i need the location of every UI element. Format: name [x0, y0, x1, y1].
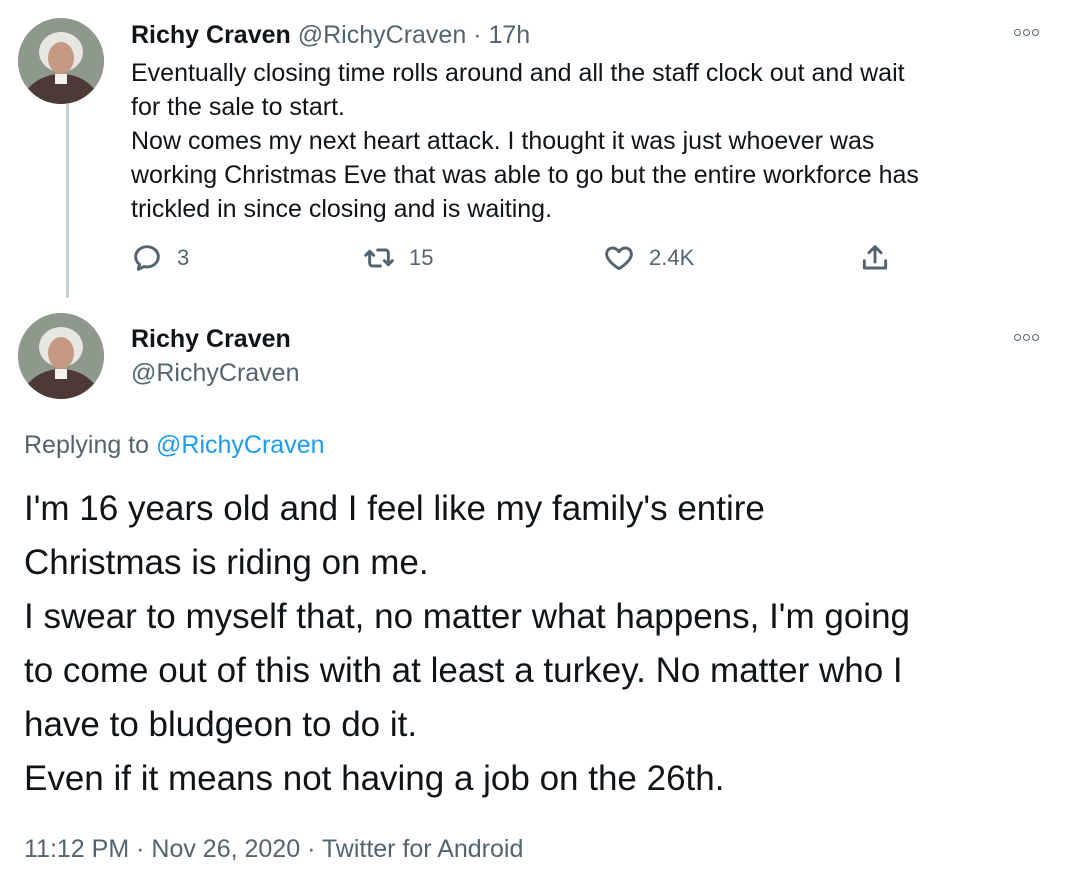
- tweet-text-line: trickled in since closing and is waiting…: [131, 195, 553, 223]
- tweet-time[interactable]: 17h: [488, 21, 530, 49]
- author-name[interactable]: Richy Craven: [131, 21, 291, 49]
- retweet-button[interactable]: 15: [363, 242, 433, 274]
- meta-separator: ·: [307, 835, 316, 863]
- avatar[interactable]: [18, 18, 104, 104]
- meta-separator: ·: [136, 835, 145, 863]
- reply-button[interactable]: 3: [131, 242, 189, 274]
- thread-connector-line: [66, 104, 69, 298]
- retweet-count: 15: [409, 245, 434, 270]
- like-icon: [605, 246, 633, 271]
- retweet-icon: [364, 248, 394, 268]
- share-button[interactable]: [859, 242, 891, 274]
- tweet-header: Richy Craven @RichyCraven · 17h: [131, 19, 530, 51]
- replying-to-label: Replying to: [24, 431, 150, 459]
- more-icon: [1014, 334, 1021, 341]
- tweet-text-line: working Christmas Eve that was able to g…: [131, 161, 919, 189]
- replying-to-mention[interactable]: @RichyCraven: [156, 431, 324, 459]
- tweet-text: Eventually closing time rolls around and…: [131, 56, 1031, 226]
- like-button[interactable]: 2.4K: [603, 242, 694, 274]
- author-handle[interactable]: @RichyCraven: [131, 357, 299, 389]
- avatar-portrait-icon: [18, 18, 104, 104]
- tweet-metadata: 11:12 PM · Nov 26, 2020 · Twitter for An…: [24, 833, 523, 865]
- tweet-text-line: Christmas is riding on me.: [24, 543, 429, 582]
- like-count: 2.4K: [649, 245, 695, 270]
- tweet-actions: 3 15 2.4K: [131, 242, 911, 278]
- more-icon: [1014, 29, 1021, 36]
- tweet-text-line: Now comes my next heart attack. I though…: [131, 127, 875, 155]
- reply-count: 3: [177, 245, 190, 270]
- tweet-text-line: Eventually closing time rolls around and…: [131, 59, 905, 87]
- avatar[interactable]: [18, 313, 104, 399]
- avatar-portrait-icon: [18, 313, 104, 399]
- more-options-button[interactable]: [1014, 334, 1039, 341]
- tweet-text-line: I swear to myself that, no matter what h…: [24, 597, 911, 636]
- share-icon: [862, 245, 888, 270]
- tweet-date[interactable]: Nov 26, 2020: [151, 835, 300, 863]
- tweet-text-line: to come out of this with at least a turk…: [24, 651, 903, 690]
- tweet-source[interactable]: Twitter for Android: [322, 835, 523, 863]
- tweet-text: I'm 16 years old and I feel like my fami…: [24, 482, 1054, 806]
- author-name[interactable]: Richy Craven: [131, 323, 291, 355]
- more-options-button[interactable]: [1014, 29, 1039, 36]
- tweet-text-line: have to bludgeon to do it.: [24, 705, 418, 744]
- header-separator: ·: [473, 21, 482, 49]
- reply-icon: [134, 245, 160, 271]
- replying-to: Replying to @RichyCraven: [24, 429, 325, 461]
- tweet-timestamp[interactable]: 11:12 PM: [24, 835, 129, 863]
- tweet-text-line: for the sale to start.: [131, 93, 345, 121]
- tweet-text-line: I'm 16 years old and I feel like my fami…: [24, 489, 765, 528]
- author-handle[interactable]: @RichyCraven: [298, 21, 466, 49]
- tweet-text-line: Even if it means not having a job on the…: [24, 759, 725, 798]
